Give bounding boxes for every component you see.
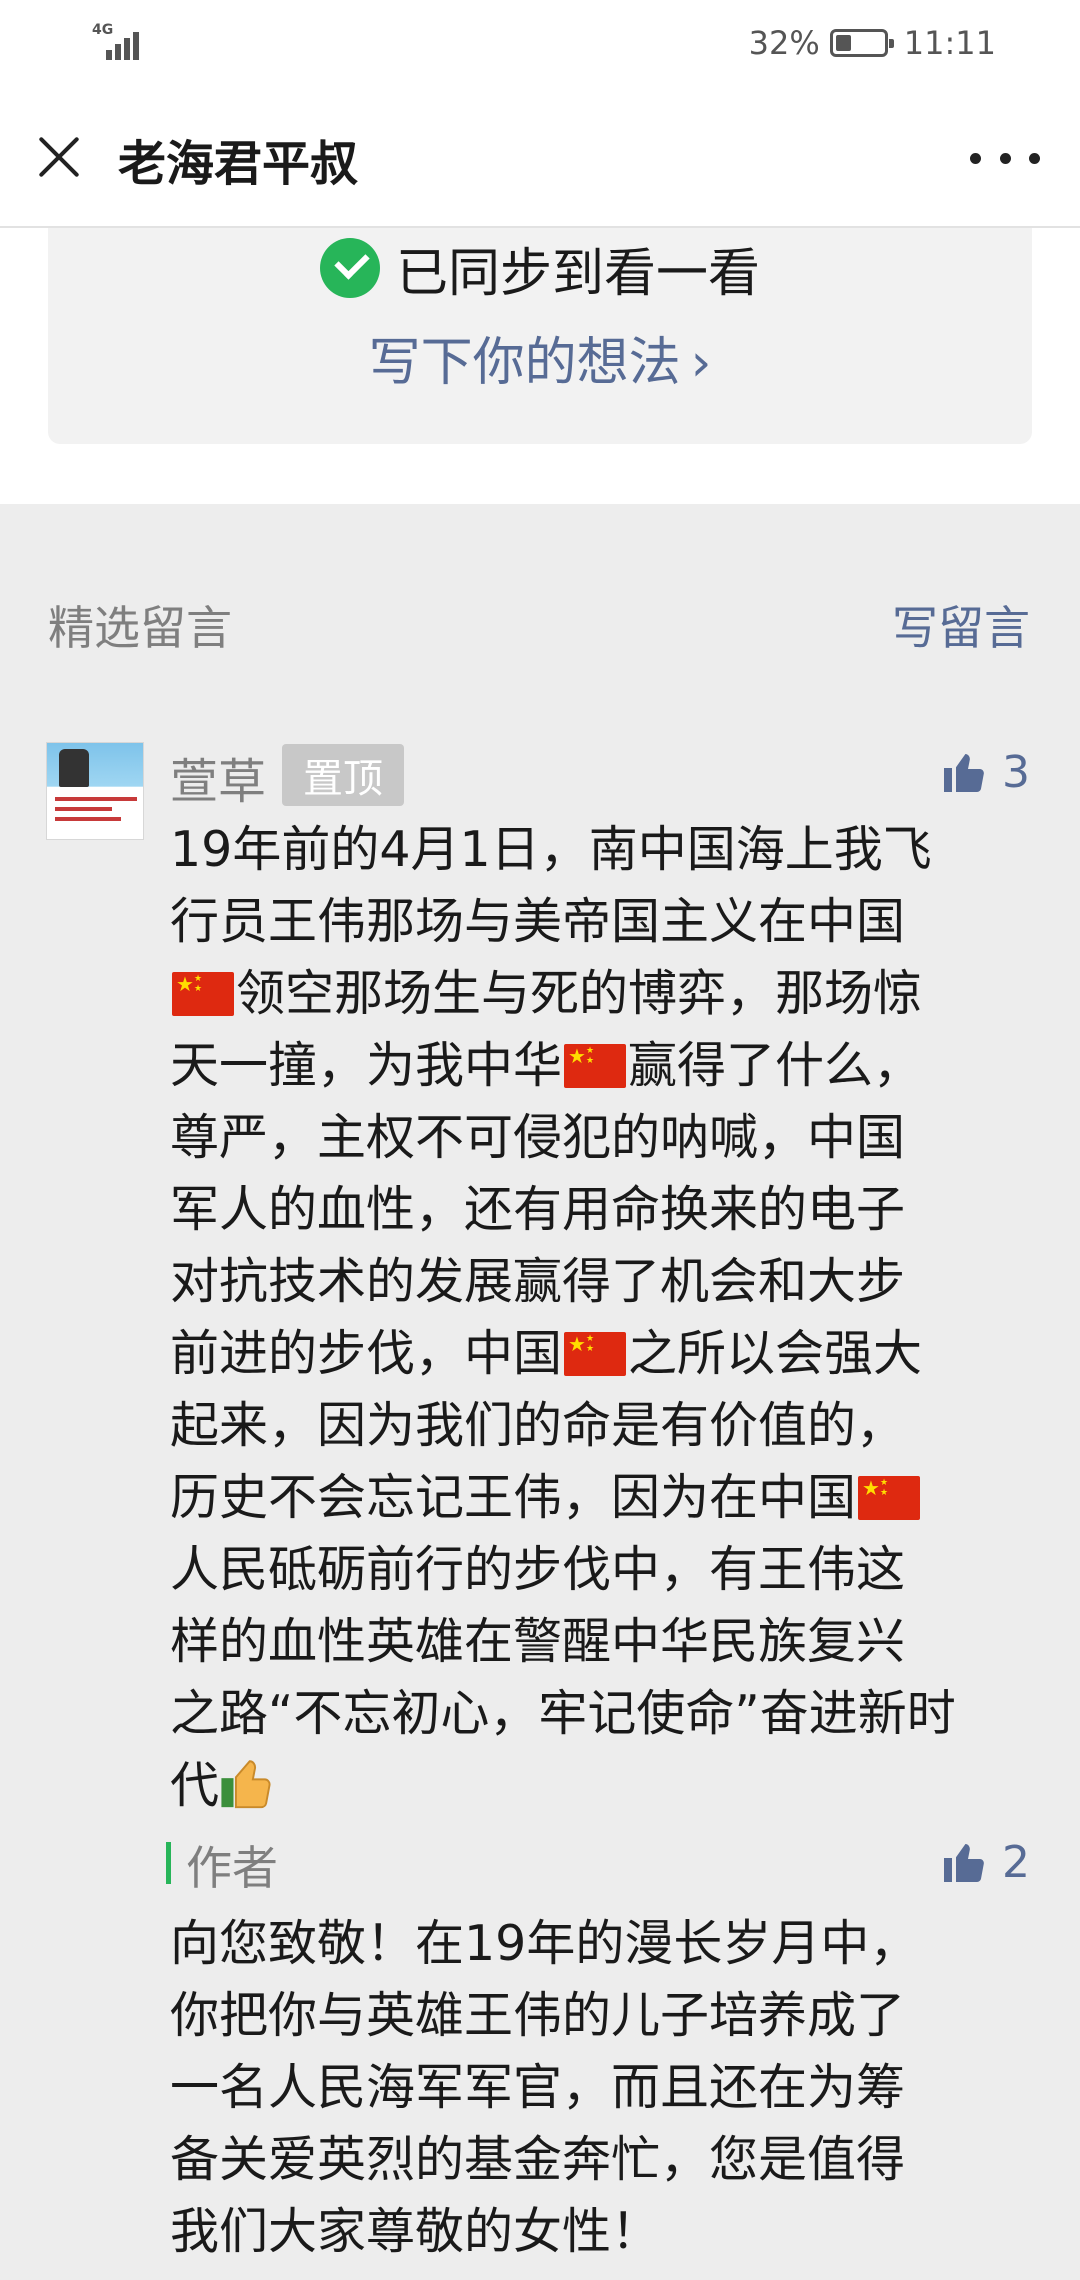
comment-line: 起来，因为我们的命是有价值的， <box>170 1397 906 1454</box>
chevron-right-icon: › <box>690 333 712 393</box>
like-button[interactable]: 3 <box>940 742 1030 802</box>
comment-line: 行员王伟那场与美帝国主义在中国 <box>170 893 906 950</box>
comment-line: 之路“不忘初心，牢记使命”奋进新时 <box>170 1685 956 1742</box>
author-label: 作者 <box>186 1841 278 1895</box>
comments-header: 精选留言 写留言 <box>0 580 1080 670</box>
comment-nickname[interactable]: 萱草 <box>170 742 266 812</box>
write-comment-button[interactable]: 写留言 <box>892 592 1030 658</box>
page-title: 老海君平叔 <box>118 136 359 192</box>
network-type: 4G <box>92 22 114 38</box>
more-icon[interactable] <box>970 146 1040 170</box>
comment-line: 历史不会忘记王伟，因为在中国 <box>170 1462 1040 1534</box>
battery-percent: 32% <box>748 24 820 62</box>
write-thoughts-link[interactable]: 写下你的想法 › <box>48 320 1032 395</box>
close-icon[interactable] <box>30 128 88 186</box>
sync-card: 已同步到看一看 写下你的想法 › <box>48 228 1032 444</box>
comment-line: 前进的步伐，中国之所以会强大 <box>170 1318 1040 1390</box>
comment-line: 样的血性英雄在警醒中华民族复兴 <box>170 1613 906 1670</box>
reply-line: 备关爱英烈的基金奔忙，您是值得 <box>170 2131 906 2188</box>
comment-line: 人民砥砺前行的步伐中，有王伟这 <box>170 1541 906 1598</box>
battery-icon <box>829 29 894 57</box>
reply-like-count: 2 <box>1002 1836 1030 1888</box>
thumbs-up-icon <box>944 1844 984 1882</box>
reply-text: 向您致敬！在19年的漫长岁月中， 你把你与英雄王伟的儿子培养成了 一名人民海军军官，… <box>170 1908 1040 2268</box>
china-flag-icon <box>564 1044 627 1088</box>
china-flag-icon <box>564 1332 627 1376</box>
reply-line: 你把你与英雄王伟的儿子培养成了 <box>170 1987 906 2044</box>
comment-line: 代 <box>170 1750 1040 1822</box>
signal-icon: 4G <box>92 22 148 60</box>
pinned-badge: 置顶 <box>282 744 404 806</box>
reply-marker <box>166 1842 171 1884</box>
comment-item: 萱草 置顶 3 19年前的4月1日，南中国海上我飞 行员王伟那场与美帝国主义在中国… <box>0 742 1080 2280</box>
thumbs-up-emoji-icon <box>219 1754 277 1812</box>
comment-line: 对抗技术的发展赢得了机会和大步 <box>170 1253 906 1310</box>
title-bar: 老海君平叔 <box>0 86 1080 228</box>
china-flag-icon <box>858 1476 921 1520</box>
china-flag-icon <box>172 972 234 1016</box>
sync-section: 已同步到看一看 写下你的想法 › <box>0 228 1080 504</box>
featured-comments-title: 精选留言 <box>48 601 232 655</box>
like-count: 3 <box>1002 746 1030 798</box>
comment-text: 19年前的4月1日，南中国海上我飞行员王伟那场与美帝国主义在中国领空那场生与死的… <box>170 814 1040 1822</box>
sync-status: 已同步到看一看 <box>395 243 760 304</box>
comment-line: 19年前的4月1日，南中国海上我飞 <box>170 821 932 878</box>
comment-line: 尊严，主权不可侵犯的呐喊，中国 <box>170 1109 906 1166</box>
thumbs-up-icon <box>944 754 984 792</box>
write-thoughts-label: 写下你的想法 <box>368 333 681 393</box>
comment-line: 天一撞，为我中华赢得了什么， <box>170 1030 1040 1102</box>
reply-line: 我们大家尊敬的女性！ <box>170 2203 661 2260</box>
comment-line: 领空那场生与死的博弈，那场惊 <box>170 958 1040 1030</box>
clock: 11:11 <box>903 24 996 62</box>
avatar[interactable] <box>46 742 144 840</box>
reply-line: 向您致敬！在19年的漫长岁月中， <box>170 1915 919 1972</box>
comment-line: 军人的血性，还有用命换来的电子 <box>170 1181 906 1238</box>
reply-like-button[interactable]: 2 <box>940 1832 1030 1892</box>
status-bar: 4G 32% 11:11 <box>0 0 1080 86</box>
check-circle-icon <box>319 238 380 298</box>
reply-line: 一名人民海军军官，而且还在为筹 <box>170 2059 906 2116</box>
